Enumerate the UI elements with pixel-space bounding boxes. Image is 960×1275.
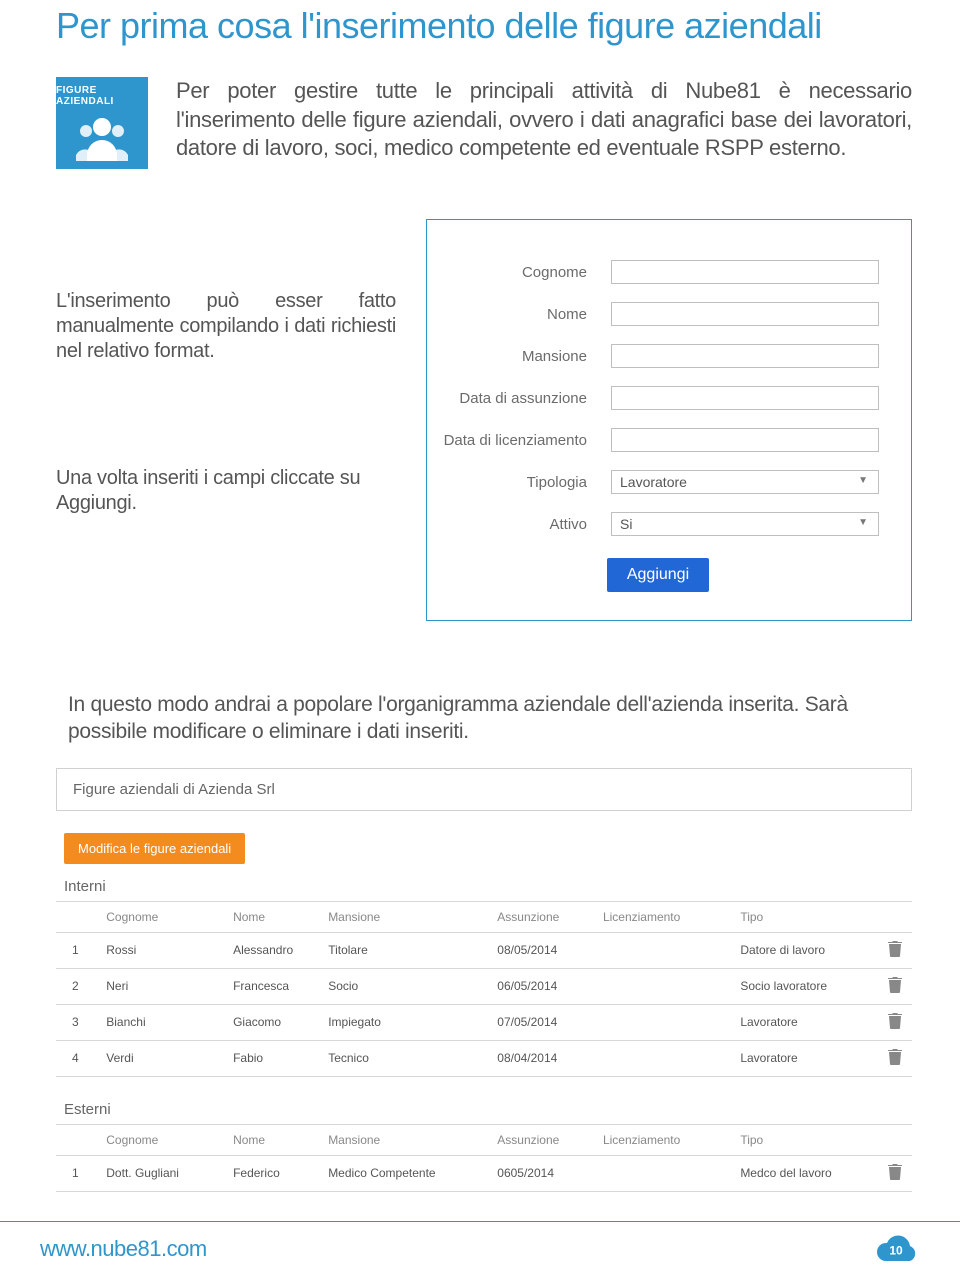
row-tipo: Medco del lavoro (732, 1155, 880, 1191)
row-assunzione: 08/05/2014 (489, 932, 595, 968)
row-licenziamento (595, 1004, 732, 1040)
footer-url: www.nube81.com (40, 1236, 207, 1262)
row-mansione: Medico Competente (320, 1155, 489, 1191)
trash-icon[interactable] (880, 968, 912, 1004)
row-mansione: Impiegato (320, 1004, 489, 1040)
table-row: 1Dott. GuglianiFedericoMedico Competente… (56, 1155, 912, 1191)
row-cognome: Neri (98, 968, 225, 1004)
page-title: Per prima cosa l'inserimento delle figur… (56, 5, 912, 47)
th-tipo: Tipo (732, 1124, 880, 1155)
note-insert-manual: L'inserimento può esser fatto manualment… (56, 289, 396, 364)
cognome-label: Cognome (437, 264, 587, 281)
note-click-aggiungi: Una volta inseriti i campi cliccate su A… (56, 466, 396, 516)
footer: www.nube81.com 10 (0, 1221, 960, 1275)
row-number: 2 (56, 968, 98, 1004)
tipologia-label: Tipologia (437, 474, 587, 491)
row-assunzione: 0605/2014 (489, 1155, 595, 1191)
row-assunzione: 06/05/2014 (489, 968, 595, 1004)
mansione-label: Mansione (437, 348, 587, 365)
row-licenziamento (595, 1155, 732, 1191)
row-licenziamento (595, 932, 732, 968)
esterni-table: Cognome Nome Mansione Assunzione Licenzi… (56, 1124, 912, 1192)
table-header-row: Cognome Nome Mansione Assunzione Licenzi… (56, 1124, 912, 1155)
row-cognome: Dott. Gugliani (98, 1155, 225, 1191)
licenziamento-input[interactable] (611, 428, 879, 452)
row-number: 1 (56, 932, 98, 968)
row-mansione: Socio (320, 968, 489, 1004)
row-mansione: Tecnico (320, 1040, 489, 1076)
th-nome: Nome (225, 1124, 320, 1155)
row-licenziamento (595, 1040, 732, 1076)
row-number: 4 (56, 1040, 98, 1076)
cognome-input[interactable] (611, 260, 879, 284)
row-cognome: Verdi (98, 1040, 225, 1076)
form-panel: Cognome Nome Mansione Data di assunzione… (426, 219, 912, 621)
th-assunzione: Assunzione (489, 1124, 595, 1155)
mansione-input[interactable] (611, 344, 879, 368)
row-tipo: Lavoratore (732, 1040, 880, 1076)
row-tipo: Datore di lavoro (732, 932, 880, 968)
figure-aziendali-badge: FIGURE AZIENDALI (56, 77, 148, 169)
row-nome: Giacomo (225, 1004, 320, 1040)
people-icon (74, 113, 130, 163)
table-header-row: Cognome Nome Mansione Assunzione Licenzi… (56, 901, 912, 932)
row-tipo: Socio lavoratore (732, 968, 880, 1004)
assunzione-label: Data di assunzione (437, 390, 587, 407)
interni-title: Interni (64, 878, 912, 895)
trash-icon[interactable] (880, 1040, 912, 1076)
table-row: 4VerdiFabioTecnico08/04/2014 Lavoratore (56, 1040, 912, 1076)
panel-header: Figure aziendali di Azienda Srl (56, 768, 912, 811)
row-assunzione: 08/04/2014 (489, 1040, 595, 1076)
aggiungi-button[interactable]: Aggiungi (607, 558, 709, 592)
row-nome: Federico (225, 1155, 320, 1191)
intro-paragraph: Per poter gestire tutte le principali at… (176, 77, 912, 169)
esterni-title: Esterni (64, 1101, 912, 1118)
table-row: 3BianchiGiacomoImpiegato07/05/2014 Lavora… (56, 1004, 912, 1040)
th-licenziamento: Licenziamento (595, 1124, 732, 1155)
row-mansione: Titolare (320, 932, 489, 968)
tipologia-value: Lavoratore (620, 474, 687, 490)
row-nome: Alessandro (225, 932, 320, 968)
row-cognome: Bianchi (98, 1004, 225, 1040)
th-assunzione: Assunzione (489, 901, 595, 932)
tipologia-select[interactable]: Lavoratore (611, 470, 879, 494)
row-cognome: Rossi (98, 932, 225, 968)
assunzione-input[interactable] (611, 386, 879, 410)
nome-label: Nome (437, 306, 587, 323)
page-number-cloud-icon: 10 (872, 1232, 920, 1266)
row-number: 1 (56, 1155, 98, 1191)
badge-title: FIGURE AZIENDALI (56, 85, 148, 107)
table-row: 2NeriFrancescaSocio06/05/2014 Socio lavor… (56, 968, 912, 1004)
th-cognome: Cognome (98, 1124, 225, 1155)
trash-icon[interactable] (880, 1155, 912, 1191)
th-mansione: Mansione (320, 901, 489, 932)
interni-table: Cognome Nome Mansione Assunzione Licenzi… (56, 901, 912, 1077)
th-cognome: Cognome (98, 901, 225, 932)
th-nome: Nome (225, 901, 320, 932)
th-tipo: Tipo (732, 901, 880, 932)
nome-input[interactable] (611, 302, 879, 326)
row-assunzione: 07/05/2014 (489, 1004, 595, 1040)
row-tipo: Lavoratore (732, 1004, 880, 1040)
row-number: 3 (56, 1004, 98, 1040)
row-licenziamento (595, 968, 732, 1004)
attivo-label: Attivo (437, 516, 587, 533)
th-mansione: Mansione (320, 1124, 489, 1155)
row-nome: Fabio (225, 1040, 320, 1076)
trash-icon[interactable] (880, 932, 912, 968)
mid-paragraph: In questo modo andrai a popolare l'organ… (68, 691, 904, 746)
attivo-select[interactable]: Si (611, 512, 879, 536)
table-row: 1RossiAlessandroTitolare08/05/2014 Datore… (56, 932, 912, 968)
page-number: 10 (889, 1243, 902, 1257)
th-licenziamento: Licenziamento (595, 901, 732, 932)
attivo-value: Si (620, 516, 632, 532)
licenziamento-label: Data di licenziamento (437, 432, 587, 449)
modifica-button[interactable]: Modifica le figure aziendali (64, 833, 245, 864)
trash-icon[interactable] (880, 1004, 912, 1040)
row-nome: Francesca (225, 968, 320, 1004)
